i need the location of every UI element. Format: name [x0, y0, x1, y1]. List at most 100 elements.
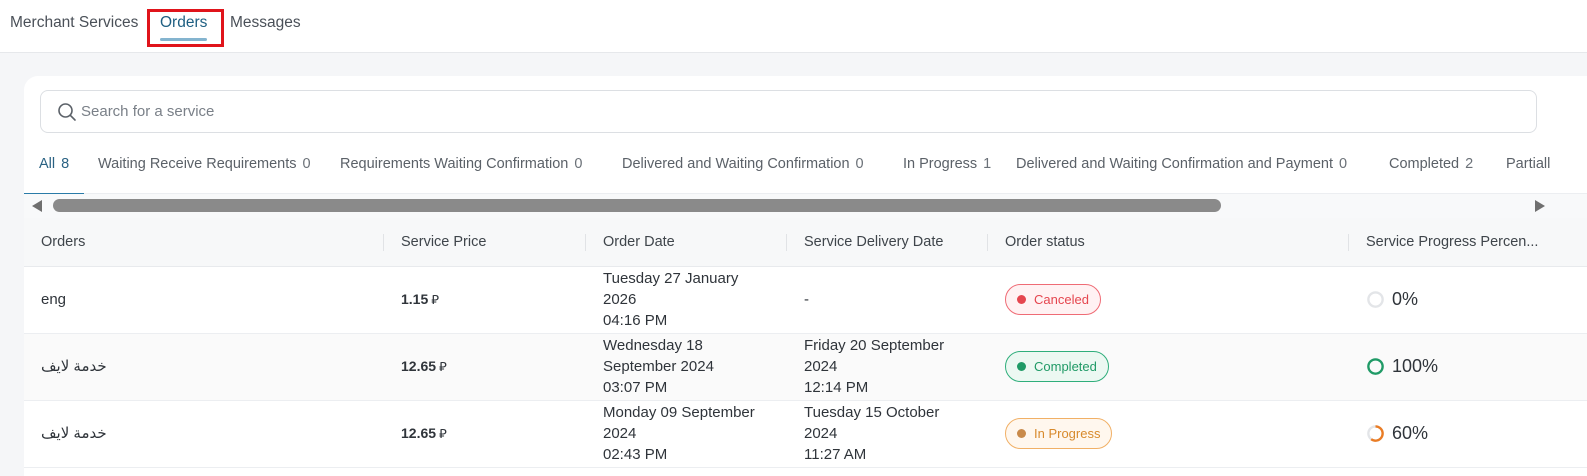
filter-delivered-waiting-confirmation-payment[interactable]: Delivered and Waiting Confirmation and P… [1016, 156, 1347, 194]
column-header-service-price[interactable]: Service Price [384, 218, 586, 267]
status-dot [1017, 429, 1026, 438]
service-progress: 60% [1349, 400, 1587, 468]
table-row[interactable]: خدمة لايف 12.65 ⃁ Wednesday 18 September 2… [24, 333, 1587, 401]
status-label: In Progress [1034, 426, 1101, 441]
filter-count: 8 [61, 156, 70, 172]
tab-merchant-services[interactable]: Merchant Services [10, 14, 138, 32]
status-dot [1017, 295, 1026, 304]
search-icon [58, 103, 76, 121]
status-badge: In Progress [1005, 418, 1113, 449]
column-header-label: Service Progress Percen... [1366, 233, 1539, 250]
filter-count: 1 [983, 156, 992, 172]
search-bar [40, 90, 1537, 133]
column-header-progress[interactable]: Service Progress Percen... [1349, 218, 1587, 267]
order-date-line: Monday 09 September [603, 404, 755, 421]
order-date: Tuesday 27 January 2026 04:16 PM [586, 266, 787, 334]
progress-ring-icon [1367, 291, 1384, 308]
currency-symbol: ⃁ [431, 292, 439, 307]
status-filter-tabs: All 8 Waiting Receive Requirements 0 Requi… [24, 146, 1587, 195]
progress-ring-icon [1367, 425, 1384, 442]
filter-all[interactable]: All 8 [24, 156, 85, 195]
filter-count: 2 [1465, 156, 1474, 172]
delivery-date: Friday 20 September 2024 12:14 PM [787, 333, 988, 401]
column-header-order-date[interactable]: Order Date [586, 218, 787, 267]
scroll-right-icon[interactable] [1533, 199, 1547, 213]
order-status: Canceled [988, 266, 1349, 334]
horizontal-scrollbar[interactable] [24, 194, 1587, 218]
filter-in-progress[interactable]: In Progress 1 [903, 156, 991, 194]
filter-label: Waiting Receive Requirements [98, 156, 297, 172]
price-value: 1.15 [401, 291, 429, 307]
order-date-line: 2026 [603, 291, 637, 308]
filter-delivered-waiting-confirmation[interactable]: Delivered and Waiting Confirmation 0 [622, 156, 864, 194]
filter-waiting-receive-requirements[interactable]: Waiting Receive Requirements 0 [98, 156, 311, 194]
order-date-line: Wednesday 18 [603, 337, 703, 354]
progress-percent: 0% [1392, 289, 1419, 309]
column-header-label: Service Delivery Date [804, 233, 944, 250]
column-header-label: Orders [41, 233, 86, 250]
order-date: Monday 09 September 2024 02:43 PM [586, 400, 787, 468]
delivery-date: - [787, 266, 988, 334]
filter-label: Requirements Waiting Confirmation [340, 156, 569, 172]
order-date-line: Tuesday 27 January [603, 270, 739, 287]
tab-messages[interactable]: Messages [230, 14, 301, 32]
column-header-orders[interactable]: Orders [24, 218, 384, 267]
delivery-date-line: 2024 [804, 425, 838, 442]
filter-completed[interactable]: Completed 2 [1389, 156, 1473, 194]
delivery-time: 12:14 PM [804, 379, 869, 396]
filter-label: Delivered and Waiting Confirmation and P… [1016, 156, 1334, 172]
table-row[interactable]: خدمة لايف 12.65 ⃁ Monday 09 September 2024… [24, 400, 1587, 468]
filter-label: In Progress [903, 156, 978, 172]
status-label: Canceled [1034, 292, 1089, 307]
currency-symbol: ⃁ [439, 359, 447, 374]
service-price: 12.65 ⃁ [384, 333, 586, 401]
orders-table: Orders Service Price Order Date Service … [24, 218, 1587, 468]
filter-label: Partiall [1506, 156, 1551, 172]
currency-symbol: ⃁ [439, 426, 447, 441]
delivery-date: Tuesday 15 October 2024 11:27 AM [787, 400, 988, 468]
delivery-date-line: Tuesday 15 October [804, 404, 940, 421]
order-name: eng [24, 266, 384, 334]
column-header-label: Order Date [603, 233, 675, 250]
order-time: 02:43 PM [603, 446, 668, 463]
search-input[interactable] [81, 91, 1521, 132]
order-time: 03:07 PM [603, 379, 668, 396]
filter-label: All [39, 156, 56, 172]
order-date: Wednesday 18 September 2024 03:07 PM [586, 333, 787, 401]
filter-label: Delivered and Waiting Confirmation [622, 156, 850, 172]
price-value: 12.65 [401, 358, 437, 374]
progress-percent: 100% [1392, 356, 1439, 376]
scrollbar-thumb[interactable] [53, 199, 1221, 212]
table-header-row: Orders Service Price Order Date Service … [24, 218, 1587, 267]
filter-count: 0 [855, 156, 864, 172]
order-status: In Progress [988, 400, 1349, 468]
order-date-line: September 2024 [603, 358, 714, 375]
column-header-order-status[interactable]: Order status [988, 218, 1349, 267]
table-row[interactable]: eng 1.15 ⃁ Tuesday 27 January 2026 04:16 PM… [24, 266, 1587, 334]
order-name: خدمة لايف [24, 400, 384, 468]
progress-percent: 60% [1392, 423, 1429, 443]
highlight-box [147, 9, 224, 47]
orders-card: All 8 Waiting Receive Requirements 0 Requi… [24, 76, 1587, 476]
progress-ring-icon [1367, 358, 1384, 375]
service-price: 1.15 ⃁ [384, 266, 586, 334]
filter-partially[interactable]: Partiall [1506, 156, 1550, 194]
filter-count: 0 [302, 156, 311, 172]
delivery-date-line: Friday 20 September [804, 337, 945, 354]
column-header-label: Service Price [401, 233, 487, 250]
filter-count: 0 [1339, 156, 1348, 172]
status-label: Completed [1034, 359, 1097, 374]
column-header-delivery-date[interactable]: Service Delivery Date [787, 218, 988, 267]
filter-count: 0 [574, 156, 583, 172]
scroll-left-icon[interactable] [30, 199, 44, 213]
order-name: خدمة لايف [24, 333, 384, 401]
order-date-line: 2024 [603, 425, 637, 442]
service-price: 12.65 ⃁ [384, 400, 586, 468]
service-progress: 0% [1349, 266, 1587, 334]
order-time: 04:16 PM [603, 312, 668, 329]
status-dot [1017, 362, 1026, 371]
filter-requirements-waiting-confirmation[interactable]: Requirements Waiting Confirmation 0 [340, 156, 582, 194]
column-header-label: Order status [1005, 233, 1085, 250]
top-navigation: Merchant Services Orders Messages [0, 0, 1587, 53]
delivery-time: 11:27 AM [804, 446, 867, 463]
